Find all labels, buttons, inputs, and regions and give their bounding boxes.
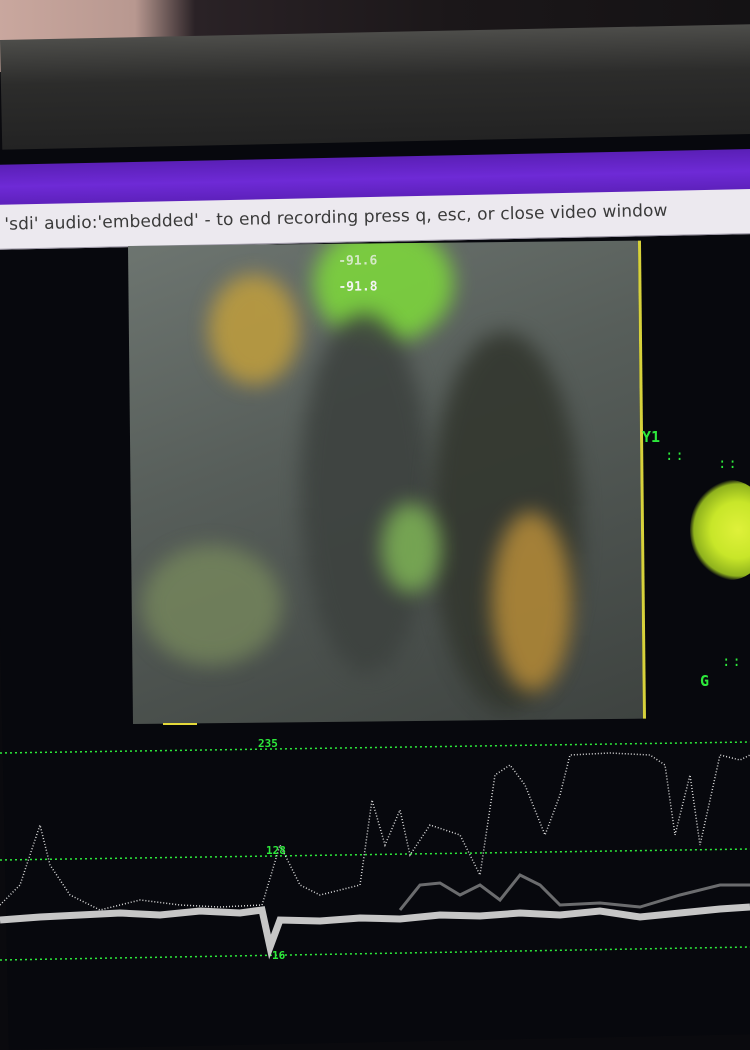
waveform-monitor: [0, 741, 750, 961]
waveform-trace-body: [398, 873, 750, 911]
waveform-label-128: 128: [266, 844, 286, 857]
audio-level-readout-2: -91.8: [338, 279, 378, 295]
waveform-trace-peaks: [0, 752, 750, 911]
vectorscope-label-g: G: [700, 672, 710, 690]
vectorscope-label-y1: Y1: [642, 428, 661, 446]
video-preview[interactable]: -91.6 -91.8: [128, 240, 646, 724]
safe-area-marker: [163, 715, 197, 725]
waveform-label-16: 16: [272, 949, 286, 962]
video-highlight-hand: [380, 502, 442, 594]
audio-level-readout-1: -91.6: [338, 253, 378, 269]
vectorscope-target-dots-3: ::: [722, 654, 743, 670]
waveform-trace-base: [0, 903, 750, 960]
video-highlight-amber: [208, 274, 300, 386]
waveform-line-16: [0, 946, 750, 961]
waveform-line-235: [0, 741, 750, 754]
video-highlight-foreground: [141, 544, 283, 666]
video-figure-left: [298, 312, 433, 675]
waveform-label-235: 235: [258, 737, 278, 750]
vectorscope-target-dots-1: ::: [665, 448, 686, 464]
window-title: 'sdi' audio:'embedded' - to end recordin…: [4, 200, 668, 235]
waveform-line-128: [0, 848, 750, 861]
vectorscope-target-dots-2: ::: [718, 456, 739, 472]
